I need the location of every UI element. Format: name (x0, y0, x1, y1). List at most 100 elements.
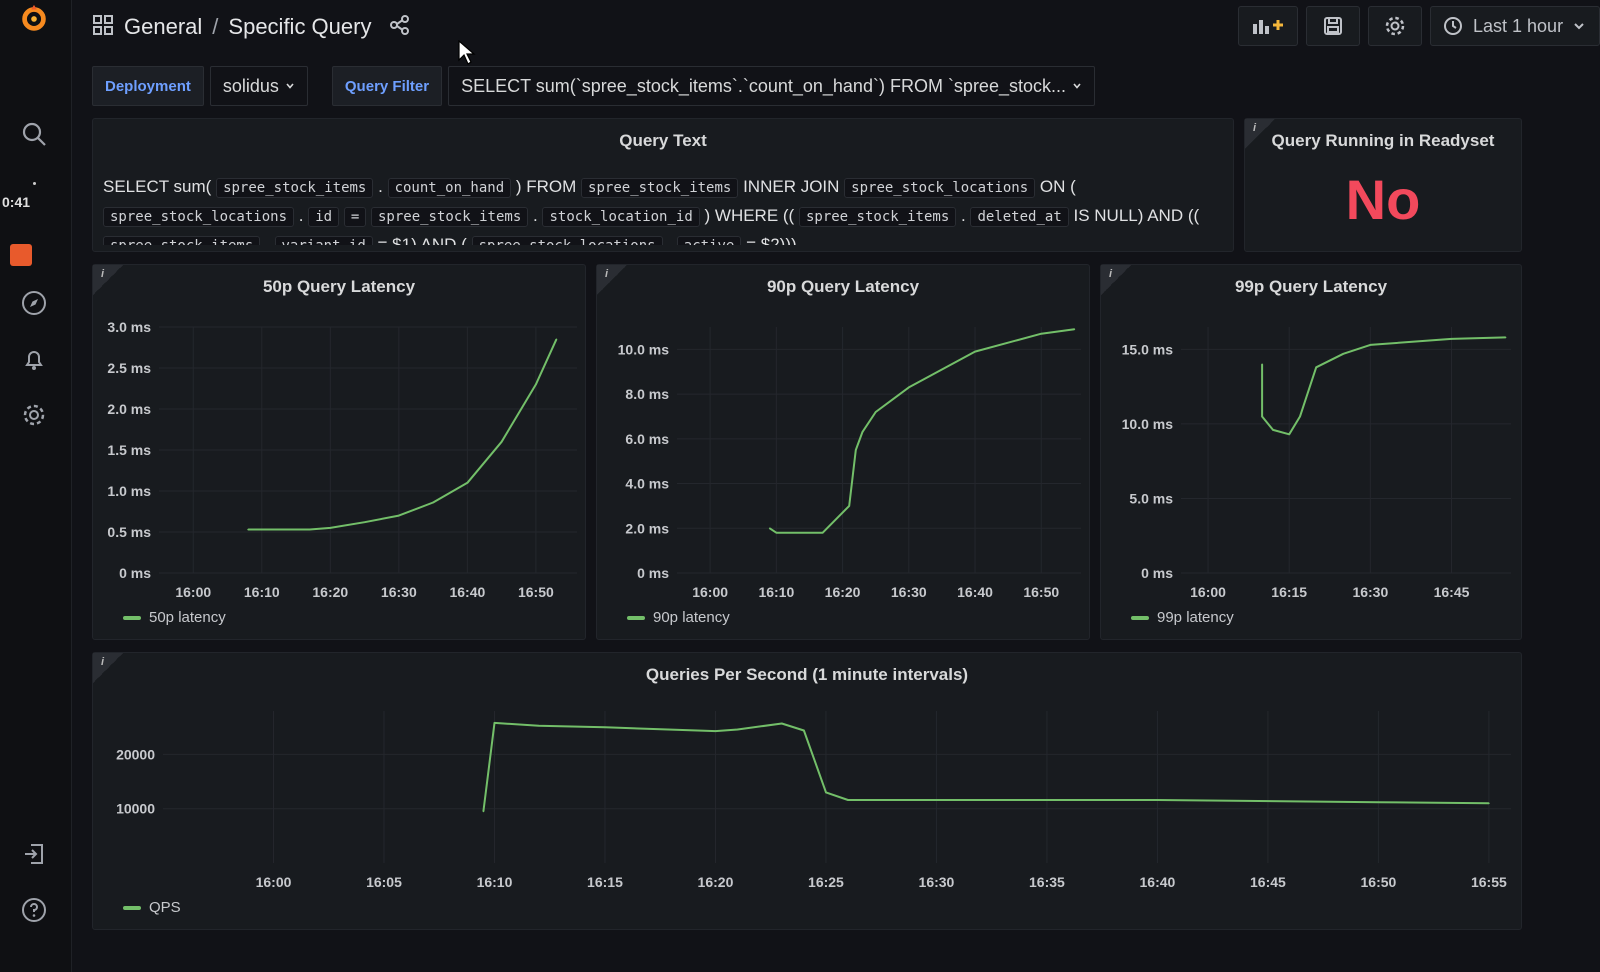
search-icon[interactable] (18, 118, 50, 150)
legend-label: 99p latency (1157, 609, 1234, 626)
legend-item[interactable]: 99p latency (1131, 609, 1234, 626)
query-filter-variable-select[interactable]: SELECT sum(`spree_stock_items`.`count_on… (448, 66, 1095, 106)
p50-latency-chart: 0 ms 0.5 ms 1.0 ms 1.5 ms 2.0 ms 2.5 ms 3.0 ms… (107, 319, 577, 600)
data-point (768, 527, 771, 530)
series-line[interactable] (482, 721, 1489, 812)
y-tick-label: 20000 (116, 746, 155, 762)
deployment-variable-label: Deployment (92, 66, 204, 106)
x-tick-label: 16:40 (1140, 874, 1176, 890)
recording-dot-icon (33, 182, 36, 185)
x-tick-label: 16:20 (312, 584, 348, 600)
x-tick-label: 16:50 (1023, 584, 1059, 600)
query-identifier: spree_stock_items (798, 207, 957, 227)
page-title[interactable]: Specific Query (228, 14, 371, 40)
grafana-logo-icon[interactable] (18, 2, 50, 34)
y-tick-label: 1.0 ms (107, 483, 151, 499)
data-point (1156, 799, 1159, 801)
help-icon[interactable] (18, 894, 50, 926)
y-tick-label: 6.0 ms (625, 431, 669, 447)
data-point (803, 729, 805, 732)
share-icon[interactable] (389, 14, 411, 41)
legend-swatch (1131, 615, 1149, 620)
x-tick-label: 16:10 (758, 584, 794, 600)
data-point (825, 791, 827, 794)
qps-panel: i Queries Per Second (1 minute intervals… (92, 652, 1522, 930)
y-tick-label: 10.0 ms (1122, 416, 1174, 432)
add-panel-icon (1253, 20, 1283, 34)
sign-in-icon[interactable] (18, 838, 50, 870)
query-identifier: spree_stock_items (581, 178, 739, 198)
query-identifier: spree_stock_locations (471, 236, 663, 245)
data-point (1488, 802, 1490, 805)
deployment-variable-select[interactable]: solidus (209, 66, 308, 106)
legend-label: QPS (149, 899, 181, 916)
legend-item[interactable]: 90p latency (627, 609, 730, 626)
y-tick-label: 15.0 ms (1122, 341, 1174, 357)
bell-icon[interactable] (18, 343, 50, 375)
clock-icon (1444, 17, 1462, 35)
add-panel-button[interactable] (1238, 6, 1298, 46)
gear-icon[interactable] (18, 399, 50, 431)
p90-latency-chart: 0 ms 2.0 ms 4.0 ms 6.0 ms 8.0 ms 10.0 ms 16:00… (618, 327, 1081, 600)
data-point (329, 527, 332, 529)
data-point (535, 383, 537, 386)
data-point (935, 799, 938, 801)
record-stop-icon[interactable] (10, 244, 32, 266)
legend-item[interactable]: QPS (123, 899, 181, 916)
series-line[interactable] (769, 328, 1075, 534)
query-identifier: spree_stock_items (103, 236, 261, 245)
variables-bar: Deployment solidus Query Filter SELECT s… (92, 66, 1095, 106)
data-point (1261, 363, 1263, 366)
x-tick-label: 16:00 (256, 874, 292, 890)
data-point (780, 722, 783, 725)
y-tick-label: 0 ms (637, 565, 669, 581)
x-tick-label: 16:50 (1361, 874, 1397, 890)
legend-item[interactable]: 50p latency (123, 609, 226, 626)
time-range-label: Last 1 hour (1473, 15, 1564, 36)
query-token: = $1) AND ( (377, 235, 467, 245)
dashboard-grid-icon[interactable] (92, 14, 114, 41)
data-point (974, 350, 976, 353)
dashboard-settings-button[interactable] (1368, 6, 1422, 46)
x-tick-label: 16:25 (808, 874, 844, 890)
x-tick-label: 16:30 (919, 874, 955, 890)
data-point (247, 528, 249, 531)
data-point (1377, 801, 1380, 803)
y-tick-label: 1.5 ms (107, 442, 151, 458)
x-tick-label: 16:00 (1190, 584, 1226, 600)
x-tick-label: 16:20 (698, 874, 734, 890)
data-point (1272, 429, 1274, 431)
y-tick-label: 0 ms (119, 565, 151, 581)
data-point (1342, 353, 1345, 355)
data-point (714, 730, 717, 732)
data-point (493, 722, 496, 724)
data-point (1040, 332, 1043, 335)
data-point (432, 501, 434, 504)
x-tick-label: 16:45 (1434, 584, 1470, 600)
y-tick-label: 2.0 ms (625, 520, 669, 536)
series-line[interactable] (1261, 336, 1506, 436)
mouse-cursor-icon (458, 40, 476, 65)
compass-icon[interactable] (18, 287, 50, 319)
y-tick-label: 0.5 ms (107, 524, 151, 540)
data-point (736, 728, 739, 731)
query-identifier: active (676, 236, 742, 245)
data-point (775, 531, 778, 534)
save-dashboard-button[interactable] (1306, 6, 1360, 46)
query-token: . (533, 206, 538, 225)
y-tick-label: 8.0 ms (625, 386, 669, 402)
time-range-picker[interactable]: Last 1 hour (1430, 6, 1600, 46)
readyset-status-panel: i Query Running in Readyset No (1244, 118, 1522, 252)
deployment-variable-value: solidus (222, 75, 279, 96)
chevron-down-icon (1073, 83, 1081, 89)
data-point (1261, 415, 1263, 418)
x-tick-label: 16:30 (381, 584, 417, 600)
data-point (855, 449, 857, 451)
breadcrumb-folder[interactable]: General (124, 14, 202, 40)
y-tick-label: 2.0 ms (107, 401, 151, 417)
data-point (482, 810, 485, 813)
chevron-down-icon (1574, 23, 1584, 30)
x-tick-label: 16:05 (366, 874, 402, 890)
data-point (398, 514, 400, 517)
data-point (848, 505, 850, 507)
